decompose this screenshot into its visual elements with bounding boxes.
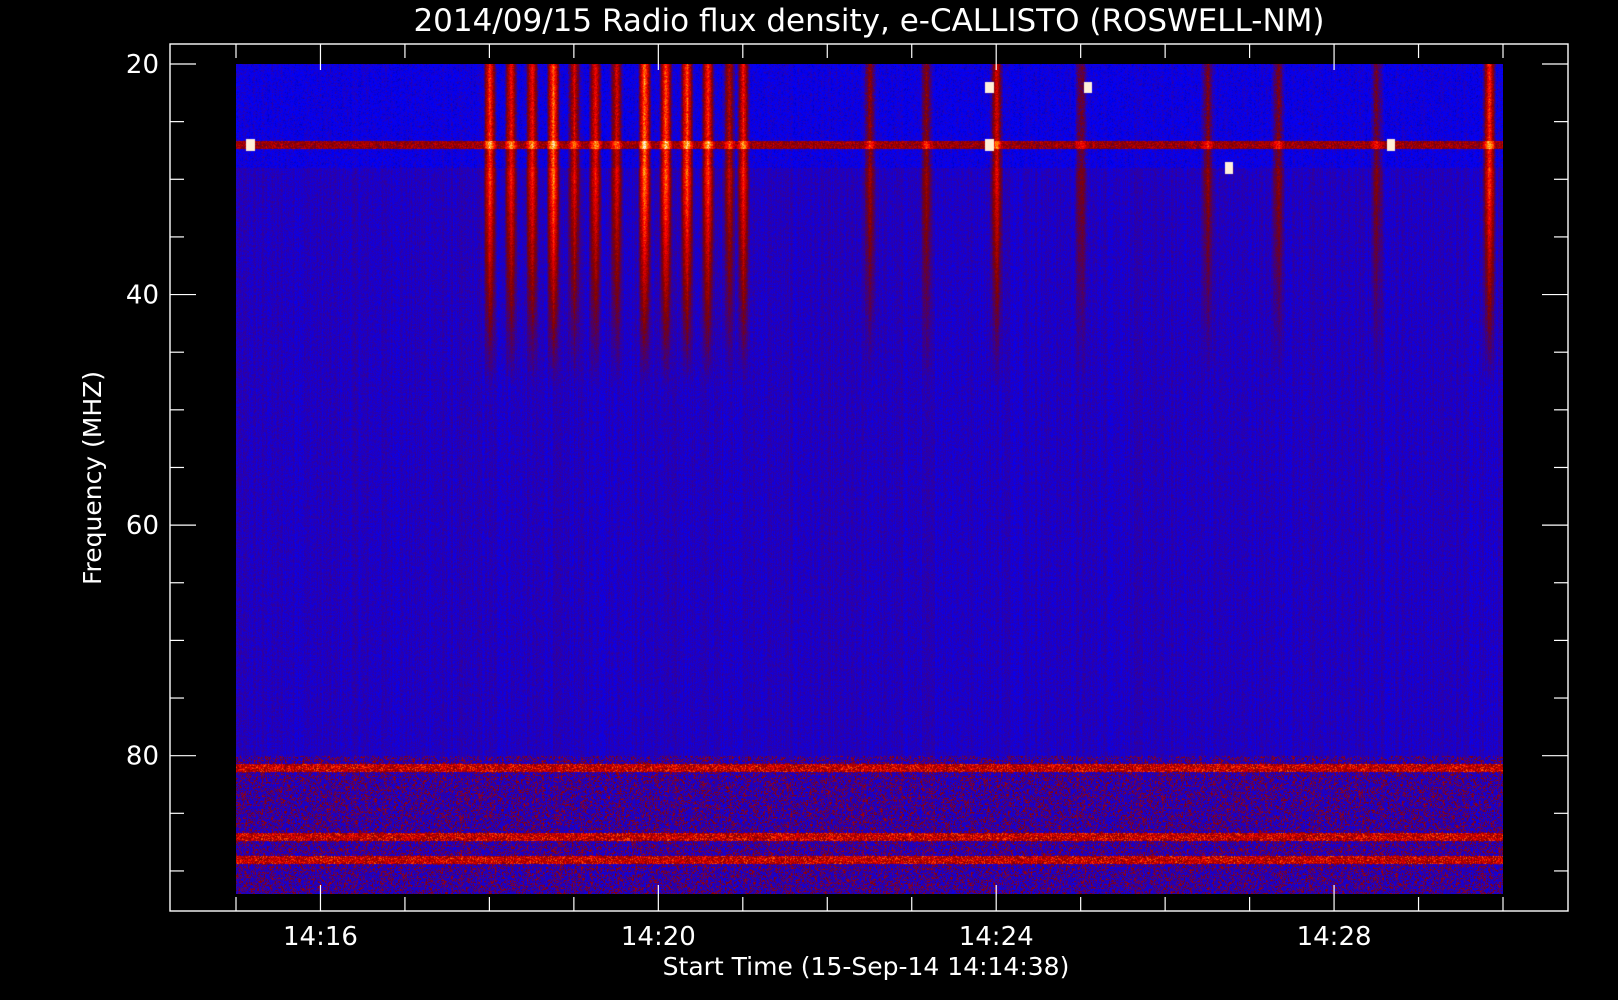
- x-axis-label: Start Time (15-Sep-14 14:14:38): [663, 952, 1070, 981]
- y-tick-label: 60: [126, 511, 159, 541]
- chart-title: 2014/09/15 Radio flux density, e-CALLIST…: [413, 3, 1324, 39]
- spectrogram-heatmap: [236, 64, 1503, 894]
- x-tick-label: 14:28: [1297, 922, 1372, 952]
- x-tick-label: 14:20: [621, 922, 696, 952]
- x-tick-label: 14:16: [283, 922, 358, 952]
- y-axis-label: Frequency (MHZ): [78, 371, 107, 585]
- y-tick-label: 20: [126, 50, 159, 80]
- y-tick-label: 40: [126, 281, 159, 311]
- y-tick-label: 80: [126, 742, 159, 772]
- spectrogram-figure: 2014/09/15 Radio flux density, e-CALLIST…: [0, 0, 1618, 1000]
- x-tick-label: 14:24: [959, 922, 1034, 952]
- spectrogram-image: [236, 64, 1503, 894]
